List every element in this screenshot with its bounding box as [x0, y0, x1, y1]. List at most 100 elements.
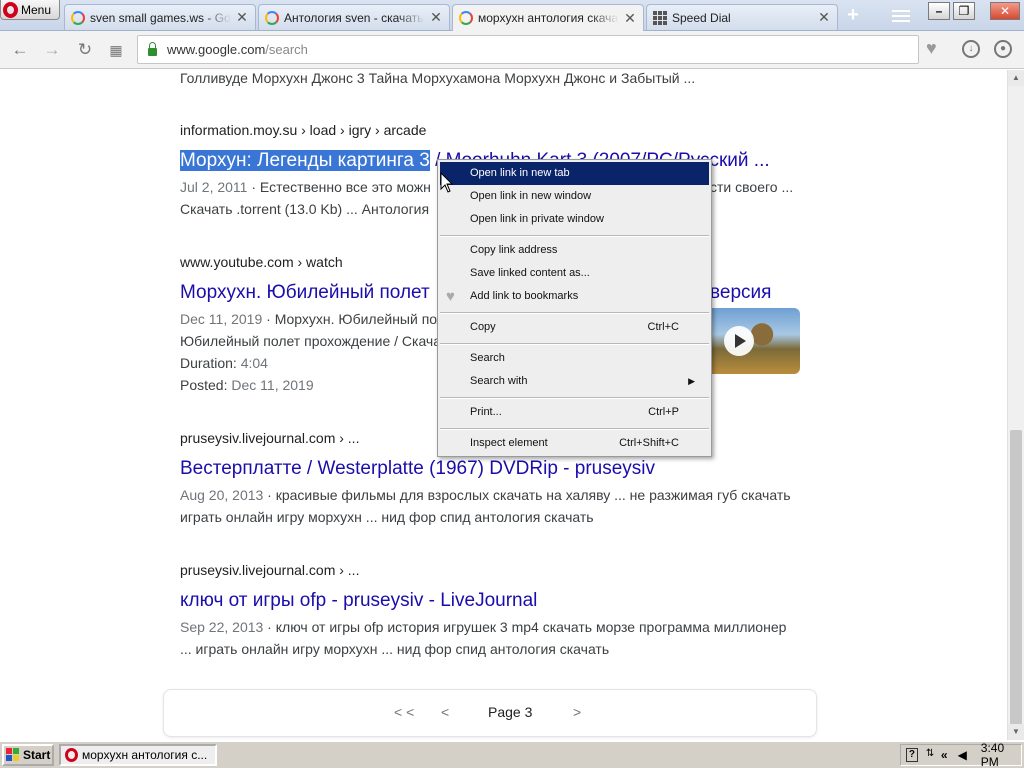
menu-separator [440, 343, 709, 345]
menu-separator [440, 312, 709, 314]
address-field[interactable]: www.google.com/search [137, 35, 919, 64]
forward-icon[interactable]: → [42, 40, 62, 60]
google-icon [265, 10, 279, 25]
pagination: < < < Page 3 > [163, 689, 817, 737]
menu-open-new-tab[interactable]: Open link in new tab [440, 162, 709, 185]
menu-item-label: Search with [470, 375, 528, 387]
back-icon[interactable]: ← [10, 40, 30, 60]
menu-item-label: Copy link address [470, 244, 558, 256]
snippet-line: · Естественно все это можн [247, 179, 431, 195]
network-icon[interactable]: ⇅ [926, 748, 935, 762]
result-date: Sep 22, 2013 [180, 619, 264, 635]
start-button[interactable]: Start [2, 744, 54, 766]
menu-add-to-bookmarks[interactable]: ♥ Add link to bookmarks [440, 285, 709, 308]
volume-icon[interactable]: ◀ [958, 748, 967, 762]
tab-title: Speed Dial [672, 10, 731, 25]
close-tab-icon[interactable]: ✕ [817, 9, 831, 26]
result-url[interactable]: information.moy.su › load › igry › arcad… [180, 120, 820, 140]
menu-save-linked-content[interactable]: Save linked content as... [440, 262, 709, 285]
google-icon [459, 11, 473, 25]
snippet-line: · ключ от игры ofp история игрушек 3 mp4… [263, 619, 787, 635]
title-start: Морхухн. Юбилейный полет [180, 282, 430, 303]
selected-text: Морхун: Легенды картинга 3 [180, 150, 430, 171]
shortcut-label: Ctrl+C [647, 321, 679, 333]
tab-speed-dial[interactable]: Speed Dial ✕ [646, 4, 838, 30]
tab-title: морхухн антология скачать [478, 11, 619, 25]
menu-item-label: Open link in new tab [470, 167, 570, 179]
vertical-scrollbar[interactable]: ▲ ▼ [1007, 70, 1024, 740]
bookmark-heart-icon[interactable]: ♥ [926, 39, 944, 57]
minimize-icon[interactable]: – [928, 2, 950, 20]
posted-label: Posted: [180, 377, 228, 393]
opera-menu-button[interactable]: Menu [0, 0, 60, 20]
menu-item-label: Print... [470, 406, 502, 418]
result-date: Jul 2, 2011 [180, 179, 248, 195]
tab-morhuhn-antologiya[interactable]: морхухн антология скачать ✕ [452, 4, 644, 31]
download-icon[interactable]: ↓ [962, 40, 980, 58]
reload-icon[interactable]: ↻ [75, 40, 95, 60]
result-title-link[interactable]: Вестерплатте / Westerplatte (1967) DVDRi… [180, 456, 820, 482]
new-tab-button[interactable]: + [842, 5, 864, 26]
menu-copy[interactable]: Copy Ctrl+C [440, 316, 709, 339]
menu-item-label: Open link in private window [470, 213, 604, 225]
speed-dial-grid-icon[interactable]: ▦ [106, 40, 126, 60]
menu-label: Menu [21, 2, 52, 17]
snippet-line: · Морхухн. Юбилейный пол [262, 311, 445, 327]
duration-value: 4:04 [240, 355, 268, 371]
result-url[interactable]: pruseysiv.livejournal.com › ... [180, 560, 820, 580]
scroll-up-icon[interactable]: ▲ [1008, 70, 1024, 86]
restore-icon[interactable]: ❐ [953, 2, 975, 20]
result-title-link[interactable]: ключ от игры ofp - pruseysiv - LiveJourn… [180, 588, 820, 614]
menu-separator [440, 235, 709, 237]
start-label: Start [23, 748, 51, 762]
menu-item-label: Copy [470, 321, 496, 333]
menu-inspect-element[interactable]: Inspect element Ctrl+Shift+C [440, 432, 709, 455]
search-result: pruseysiv.livejournal.com › ... ключ от … [180, 560, 820, 660]
result-snippet: Голливуде Морхухн Джонс 3 Тайна Морхухам… [180, 70, 696, 86]
first-page-link[interactable]: < < [394, 704, 414, 720]
close-tab-icon[interactable]: ✕ [235, 9, 249, 26]
menu-item-label: Save linked content as... [470, 267, 590, 279]
next-page-link[interactable]: > [573, 704, 581, 720]
menu-open-private-window[interactable]: Open link in private window [440, 208, 709, 231]
scroll-down-icon[interactable]: ▼ [1008, 724, 1024, 740]
menu-copy-link-address[interactable]: Copy link address [440, 239, 709, 262]
menu-search-with[interactable]: Search with ▶ [440, 370, 709, 393]
posted-value: Dec 11, 2019 [231, 377, 314, 393]
help-icon[interactable]: ? [906, 748, 918, 762]
tab-strip: Menu sven small games.ws - Google ✕ Анто… [0, 0, 1024, 31]
heart-icon: ♥ [446, 288, 455, 305]
result-snippet: Aug 20, 2013 · красивые фильмы для взрос… [180, 484, 820, 506]
opera-logo-icon [65, 748, 78, 762]
close-window-icon[interactable]: ✕ [990, 2, 1020, 20]
snippet-line: · красивые фильмы для взрослых скачать н… [263, 487, 791, 503]
snippet-line-end: сти своего ... [710, 179, 794, 195]
tray-expand-icon[interactable]: « [941, 748, 948, 762]
menu-item-label: Inspect element [470, 437, 548, 449]
screen: Menu sven small games.ws - Google ✕ Анто… [0, 0, 1024, 768]
scroll-thumb[interactable] [1010, 430, 1022, 728]
account-icon[interactable]: ● [994, 40, 1012, 58]
url-path: /search [265, 42, 308, 57]
tab-antologiya-sven[interactable]: Антология sven - скачать и ✕ [258, 4, 450, 30]
menu-print[interactable]: Print... Ctrl+P [440, 401, 709, 424]
close-tab-icon[interactable]: ✕ [429, 9, 443, 26]
close-tab-icon[interactable]: ✕ [623, 10, 637, 27]
menu-item-label: Open link in new window [470, 190, 592, 202]
tab-menu-icon[interactable] [890, 7, 912, 25]
tab-sven-small-games[interactable]: sven small games.ws - Google ✕ [64, 4, 256, 30]
speed-dial-icon [653, 10, 667, 25]
menu-open-new-window[interactable]: Open link in new window [440, 185, 709, 208]
tab-title: sven small games.ws - Google [90, 10, 231, 25]
mouse-cursor-icon [440, 172, 454, 193]
taskbar-opera-window[interactable]: морхухн антология с... [59, 744, 217, 766]
prev-page-link[interactable]: < [441, 704, 449, 720]
task-title: морхухн антология с... [82, 748, 208, 762]
windows-taskbar: Start морхухн антология с... ? ⇅ « ◀ 3:4… [0, 740, 1024, 768]
opera-logo-icon [3, 1, 18, 18]
result-date: Aug 20, 2013 [180, 487, 264, 503]
address-toolbar: ← → ↻ ▦ www.google.com/search [0, 31, 1024, 69]
menu-item-label: Add link to bookmarks [470, 290, 579, 302]
current-page: Page 3 [488, 704, 533, 720]
menu-search[interactable]: Search [440, 347, 709, 370]
